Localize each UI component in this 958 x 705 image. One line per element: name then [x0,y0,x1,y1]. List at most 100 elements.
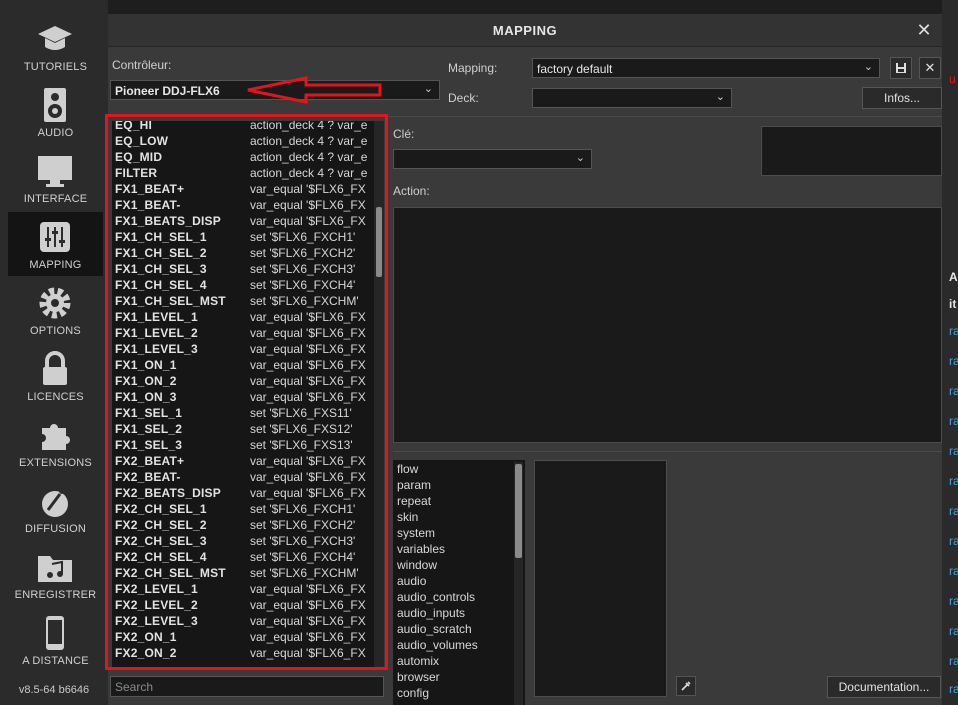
sidebar-item-label: AUDIO [37,127,74,139]
delete-mapping-button[interactable]: ✕ [919,57,941,79]
background-text: A [949,270,958,284]
close-icon: ✕ [924,60,936,75]
list-item[interactable]: browser [397,670,440,684]
sidebar-item-interface[interactable]: INTERFACE [8,146,103,210]
sidebar-item-licences[interactable]: LICENCES [8,344,103,408]
sidebar-item-label: DIFFUSION [24,523,87,535]
sidebar: TUTORIELS AUDIO INTERFACE MAPPING OPTIONS LIC… [0,0,108,705]
action-label: Action: [393,184,430,198]
scrollbar-thumb[interactable] [515,464,522,558]
background-text: ra [949,534,958,548]
sidebar-item-extensions[interactable]: EXTENSIONS [8,410,103,474]
mapping-value: factory default [537,62,613,76]
list-item[interactable]: skin [397,510,418,524]
eyedropper-button[interactable] [676,676,696,696]
search-input[interactable]: Search [110,676,384,697]
chevron-down-icon: ⌄ [863,61,873,73]
background-text: ra [949,384,958,398]
list-item[interactable]: config [397,686,429,700]
gear-icon [39,287,71,319]
speaker-icon [44,88,66,122]
chevron-down-icon: ⌄ [423,83,433,95]
sidebar-item-enregistrer[interactable]: ENREGISTRER [8,542,103,606]
background-text: ra [949,324,958,338]
sliders-icon [40,222,70,252]
controller-label: Contrôleur: [112,58,172,72]
highlight-annotation [105,114,388,670]
documentation-button[interactable]: Documentation... [827,676,941,698]
sidebar-item-label: INTERFACE [23,193,88,205]
sidebar-item-mapping[interactable]: MAPPING [8,212,103,276]
list-item[interactable]: audio_controls [397,590,475,604]
background-text: ra [949,444,958,458]
deck-select[interactable]: ⌄ [532,88,732,108]
controller-value: Pioneer DDJ-FLX6 [115,84,220,98]
sidebar-item-label: EXTENSIONS [19,457,92,469]
verb-category-list[interactable]: flow param repeat skin system variables window… [393,460,525,705]
background-text: it [949,297,957,311]
sidebar-item-tutoriels[interactable]: TUTORIELS [8,14,103,78]
dialog-title: MAPPING [492,23,558,38]
sidebar-item-label: MAPPING [29,259,82,271]
search-placeholder: Search [115,680,154,694]
background-text: ra [949,354,958,368]
background-text: ra [949,564,958,578]
background-text: ra [949,624,958,638]
background-window-edge: u Ait ra ra ra ra ra ra ra ra ra ra ra ra ra [942,0,958,705]
chevron-down-icon: ⌄ [575,152,585,164]
sidebar-item-label: A DISTANCE [22,655,89,667]
version-label: v8.5-64 b6646 [18,684,90,696]
list-item[interactable]: audio_scratch [397,622,472,636]
sidebar-item-label: ENREGISTRER [14,589,97,601]
list-item[interactable]: flow [397,462,418,476]
chevron-down-icon: ⌄ [715,91,725,103]
list-item[interactable]: repeat [397,494,431,508]
info-button[interactable]: Infos... [862,87,942,109]
music-folder-icon [38,556,72,582]
sidebar-item-audio[interactable]: AUDIO [8,80,103,144]
close-button[interactable]: ✕ [914,20,934,40]
monitor-icon [38,156,72,187]
action-editor[interactable] [393,207,942,443]
background-text: u [949,72,956,86]
floppy-disk-icon [896,63,906,73]
sidebar-item-label: LICENCES [27,391,84,403]
list-item[interactable]: variables [397,542,445,556]
key-label: Clé: [393,127,415,141]
sidebar-item-label: OPTIONS [30,325,81,337]
save-button[interactable] [890,57,912,79]
list-item[interactable]: audio_volumes [397,638,478,652]
mapping-select[interactable]: factory default ⌄ [532,58,880,78]
broadcast-icon [42,488,68,517]
background-text: ra [949,474,958,488]
arrow-annotation-icon [247,76,382,104]
divider [393,451,942,452]
background-text: ra [949,414,958,428]
sidebar-item-a-distance[interactable]: A DISTANCE [8,608,103,672]
list-item[interactable]: window [397,558,437,572]
list-item[interactable]: system [397,526,435,540]
background-text: ra [949,594,958,608]
eyedropper-icon [681,681,691,691]
background-text: ra [949,654,958,668]
title-bar: MAPPING ✕ [108,14,942,47]
verb-list-scrollbar[interactable] [514,462,523,705]
list-item[interactable]: audio_inputs [397,606,465,620]
verb-list[interactable] [534,460,667,697]
list-item[interactable]: audio [397,574,426,588]
list-item[interactable]: automix [397,654,439,668]
key-preview-box[interactable] [761,126,942,176]
puzzle-icon [42,424,70,450]
sidebar-item-options[interactable]: OPTIONS [8,278,103,342]
sidebar-item-diffusion[interactable]: DIFFUSION [8,476,103,540]
lock-icon [43,351,67,385]
background-text: ra [949,504,958,518]
phone-icon [46,616,64,650]
mapping-label: Mapping: [448,61,498,75]
list-item[interactable]: param [397,478,431,492]
graduation-cap-icon [38,26,72,50]
deck-label: Deck: [448,91,479,105]
sidebar-item-label: TUTORIELS [23,61,88,73]
key-select[interactable]: ⌄ [393,149,592,169]
background-text: ra [949,682,958,696]
